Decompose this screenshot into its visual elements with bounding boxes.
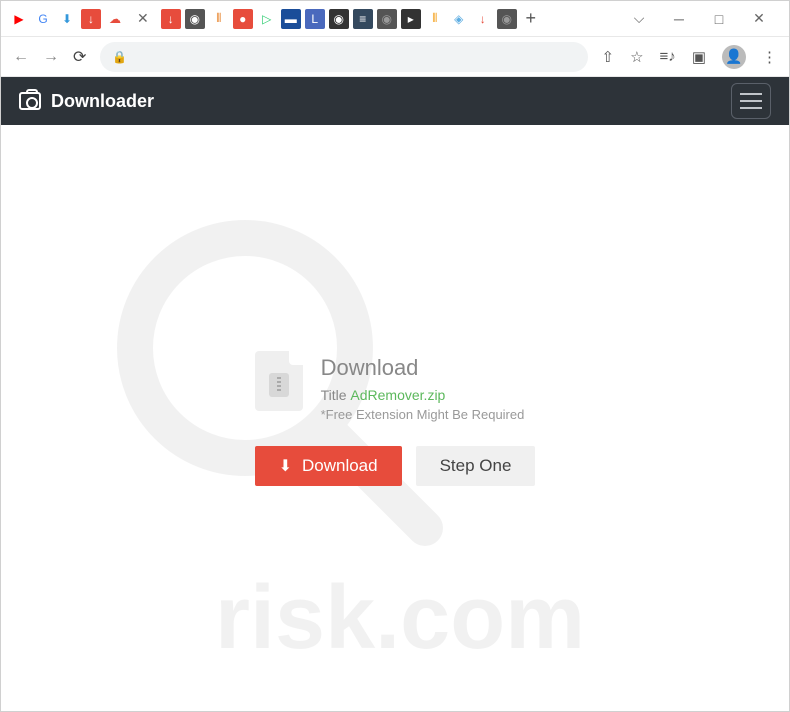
tab-favicon-download3[interactable]: ↓ <box>161 9 181 29</box>
tab-favicon-youtube[interactable]: ▶ <box>9 9 29 29</box>
step-button-label: Step One <box>440 456 512 476</box>
tab-favicon-globe1[interactable]: ◉ <box>185 9 205 29</box>
tab-favicon-globe3[interactable]: ◉ <box>497 9 517 29</box>
tab-favicon-download4[interactable]: ↓ <box>473 9 493 29</box>
playlist-icon[interactable]: ≡♪ <box>660 48 676 65</box>
tab-favicon-letter[interactable]: L <box>305 9 325 29</box>
reload-button[interactable]: ⟳ <box>73 47 86 67</box>
extension-note: *Free Extension Might Be Required <box>321 407 525 422</box>
new-tab-button[interactable]: + <box>521 9 541 29</box>
profile-icon[interactable]: 👤 <box>722 45 746 69</box>
tab-favicon-play2[interactable]: ▸ <box>401 9 421 29</box>
chevron-down-icon[interactable]: ⌵ <box>629 10 649 27</box>
forward-button[interactable]: → <box>43 48 59 66</box>
url-input[interactable]: 🔒 <box>100 42 587 72</box>
menu-icon[interactable]: ⋮ <box>762 48 777 66</box>
tab-favicon-download1[interactable]: ⬇ <box>57 9 77 29</box>
download-card: Download Title AdRemover.zip *Free Exten… <box>255 351 536 486</box>
camera-icon <box>19 92 41 110</box>
lock-icon: 🔒 <box>112 50 127 64</box>
tab-strip: ▶G⬇↓☁✕↓◉⫴●▷▬L◉≡◉▸⫴◈↓◉+ <box>9 9 617 29</box>
bookmark-icon[interactable]: ☆ <box>630 48 643 66</box>
address-bar: ← → ⟳ 🔒 ⇧ ☆ ≡♪ ▣ 👤 ⋮ <box>1 37 789 77</box>
tab-favicon-download2[interactable]: ↓ <box>81 9 101 29</box>
tab-favicon-globe2[interactable]: ◉ <box>377 9 397 29</box>
download-heading: Download <box>321 355 525 381</box>
file-title-line: Title AdRemover.zip <box>321 387 525 403</box>
page-content: risk.com Download Title AdRemover.zip *F… <box>1 125 789 711</box>
active-tab[interactable]: ✕ <box>129 10 157 27</box>
window-controls: ⌵ ─ □ ✕ <box>617 10 781 27</box>
brand-label: Downloader <box>51 91 154 112</box>
download-button-label: Download <box>302 456 378 476</box>
close-tab-icon[interactable]: ✕ <box>137 10 149 27</box>
tab-favicon-lines[interactable]: ≡ <box>353 9 373 29</box>
tab-favicon-shield[interactable]: ◈ <box>449 9 469 29</box>
tab-favicon-tv[interactable]: ▬ <box>281 9 301 29</box>
svg-text:risk.com: risk.com <box>215 568 585 668</box>
title-label: Title <box>321 387 347 403</box>
toolbar-icons: ⇧ ☆ ≡♪ ▣ 👤 ⋮ <box>602 45 777 69</box>
tab-favicon-red1[interactable]: ● <box>233 9 253 29</box>
download-button[interactable]: ⬇ Download <box>255 446 402 486</box>
file-info: Download Title AdRemover.zip *Free Exten… <box>255 351 536 422</box>
maximize-button[interactable]: □ <box>709 11 729 27</box>
browser-title-bar: ▶G⬇↓☁✕↓◉⫴●▷▬L◉≡◉▸⫴◈↓◉+ ⌵ ─ □ ✕ <box>1 1 789 37</box>
share-icon[interactable]: ⇧ <box>602 48 615 66</box>
tab-favicon-cloud[interactable]: ☁ <box>105 9 125 29</box>
download-icon: ⬇ <box>279 456 292 476</box>
tab-favicon-wave[interactable]: ⫴ <box>425 9 445 29</box>
tab-favicon-google[interactable]: G <box>33 9 53 29</box>
filename: AdRemover.zip <box>350 387 445 403</box>
back-button[interactable]: ← <box>13 48 29 66</box>
button-row: ⬇ Download Step One <box>255 446 536 486</box>
step-one-button[interactable]: Step One <box>416 446 536 486</box>
tab-favicon-record[interactable]: ◉ <box>329 9 349 29</box>
minimize-button[interactable]: ─ <box>669 11 689 27</box>
tab-favicon-audio[interactable]: ⫴ <box>209 9 229 29</box>
zip-file-icon <box>255 351 303 411</box>
close-window-button[interactable]: ✕ <box>749 10 769 27</box>
hamburger-menu-button[interactable] <box>731 83 771 119</box>
extensions-icon[interactable]: ▣ <box>692 48 706 66</box>
page-header: Downloader <box>1 77 789 125</box>
file-meta: Download Title AdRemover.zip *Free Exten… <box>321 351 525 422</box>
brand: Downloader <box>19 91 154 112</box>
tab-favicon-play[interactable]: ▷ <box>257 9 277 29</box>
